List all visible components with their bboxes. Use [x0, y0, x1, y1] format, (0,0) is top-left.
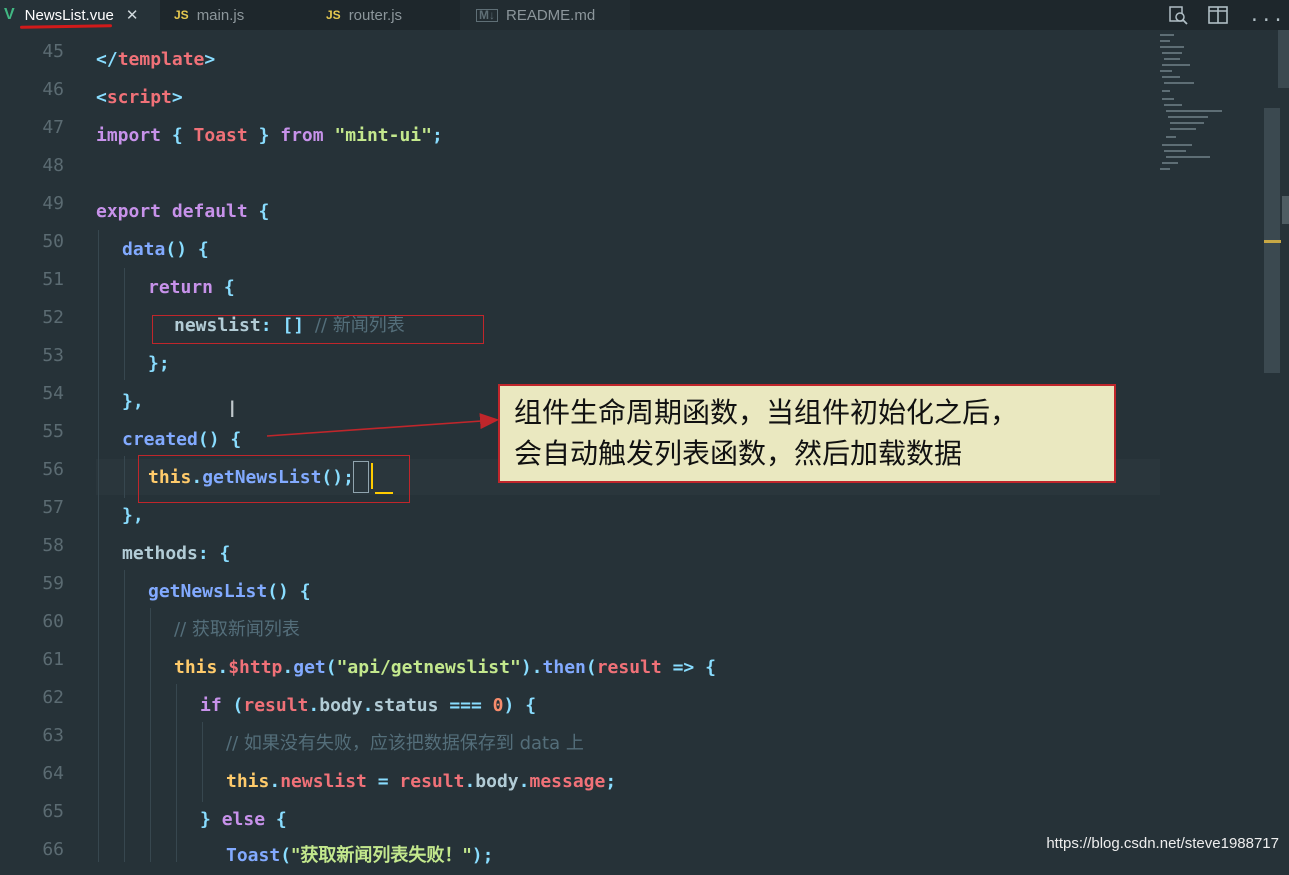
annotation-callout: 组件生命周期函数，当组件初始化之后， 会自动触发列表函数，然后加载数据 — [498, 384, 1116, 483]
scrollbar-marker — [1282, 196, 1289, 224]
scrollbar-overview-ruler — [1278, 30, 1289, 88]
callout-line-2: 会自动触发列表函数，然后加载数据 — [514, 437, 963, 470]
callout-line-1: 组件生命周期函数，当组件初始化之后， — [514, 396, 1019, 429]
watermark: https://blog.csdn.net/steve1988717 — [1046, 835, 1279, 852]
scrollbar-cursor-marker — [1264, 240, 1281, 243]
minimap[interactable] — [1158, 30, 1262, 170]
